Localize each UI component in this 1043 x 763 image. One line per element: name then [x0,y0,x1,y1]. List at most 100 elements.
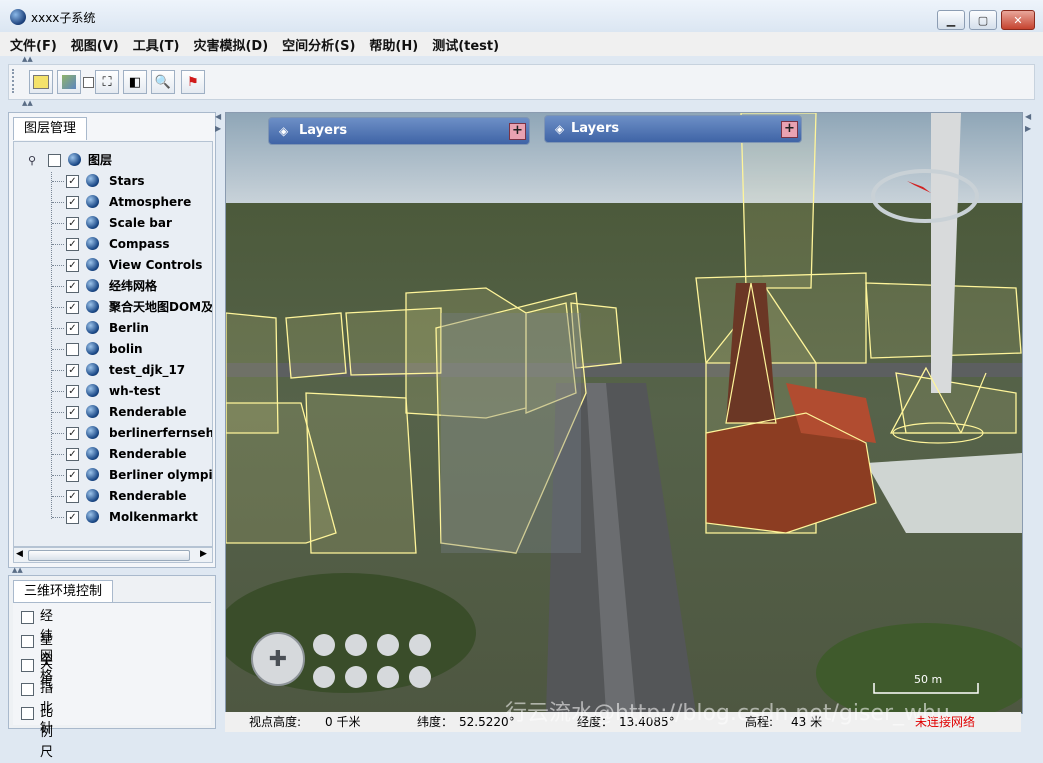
binoculars-icon[interactable]: ⛶ [95,70,119,94]
checkbox[interactable]: ✓ [66,490,79,503]
rotate-left-icon[interactable] [345,634,367,656]
globe-icon [86,258,99,271]
checkbox[interactable]: ✓ [66,364,79,377]
globe-3d-view[interactable]: ✚ 50 m ◈ Layers + ◈ Layers + [225,112,1023,714]
view-height-value: 0 千米 [325,715,361,729]
horizontal-scrollbar[interactable]: ◀ ▶ [13,547,213,563]
checkbox[interactable]: ✓ [66,385,79,398]
toolbar: ⛶ ◧ 🔍 ⚑ [8,64,1035,100]
layers-button-2[interactable]: ◈ Layers + [544,115,802,143]
tree-connector [51,172,53,519]
tree-branch [52,181,64,182]
checkbox[interactable]: ✓ [66,217,79,230]
split-grip[interactable]: ▲▲ [12,567,24,574]
tilt-down-icon[interactable] [377,666,399,688]
checkbox[interactable]: ✓ [66,301,79,314]
scroll-right-icon[interactable]: ▶ [200,549,207,559]
map-icon[interactable] [57,70,81,94]
tree-branch [52,496,64,497]
compass[interactable] [871,169,979,223]
layers-button-1[interactable]: ◈ Layers + [268,117,530,145]
checkbox[interactable]: ✓ [66,322,79,335]
globe-icon [86,510,99,523]
checkbox[interactable] [21,707,34,720]
right-collapse-icon[interactable]: ◀ [1025,112,1031,121]
checkbox[interactable]: ✓ [66,238,79,251]
checkbox[interactable]: ✓ [66,175,79,188]
checkbox[interactable] [48,154,61,167]
zoom-out-icon[interactable] [313,666,335,688]
window-title: xxxx子系统 [31,11,96,25]
select-icon[interactable] [29,70,53,94]
globe-icon [86,489,99,502]
menu-test[interactable]: 测试(test) [432,35,499,54]
globe-icon [86,300,99,313]
tree-branch [52,328,64,329]
exaggeration-up-icon[interactable] [409,634,431,656]
environment-panel: 三维环境控制 经纬网格 星空 大气 指北针 比例尺 [8,575,216,760]
right-expand-icon[interactable]: ▶ [1025,124,1031,133]
zoom-in-icon[interactable] [313,634,335,656]
toolbar-grip[interactable] [12,69,20,93]
checkbox[interactable]: ✓ [66,196,79,209]
layers-expand-icon[interactable]: + [509,123,526,140]
zoom-icon[interactable]: 🔍 [151,70,175,94]
scroll-left-icon[interactable]: ◀ [16,549,23,559]
checkbox[interactable] [21,683,34,696]
title-bar: xxxx子系统 ▁ ▢ ✕ [0,0,1043,33]
checkbox[interactable]: ✓ [66,259,79,272]
globe-icon [86,447,99,460]
minimize-button[interactable]: ▁ [937,10,965,30]
rotate-right-icon[interactable] [345,666,367,688]
checkbox[interactable] [66,343,79,356]
toolbar-bottom-grip[interactable]: ▲▲ [22,100,34,107]
layer-tree: ⚲ 图层 ✓ Stars ✓ Atmosphere ✓ Scale bar ✓ Compass ✓ V… [13,141,213,547]
tree-branch [52,412,64,413]
office-block [441,313,581,553]
checkbox[interactable] [21,635,34,648]
checkbox[interactable]: ✓ [66,469,79,482]
checkbox[interactable] [21,611,34,624]
tree-toggle-icon[interactable]: ⚲ [28,150,36,171]
exaggeration-down-icon[interactable] [409,666,431,688]
latitude-label: 纬度： [417,715,454,729]
globe-icon [86,342,99,355]
tilt-up-icon[interactable] [377,634,399,656]
layers-expand-icon[interactable]: + [781,121,798,138]
checkbox-icon[interactable] [83,77,94,88]
flag-icon[interactable]: ⚑ [181,70,205,94]
tree-branch [52,517,64,518]
tree-branch [52,286,64,287]
globe-icon [86,195,99,208]
checkbox[interactable]: ✓ [66,448,79,461]
panel-collapse-icon[interactable]: ◀ [215,112,221,121]
menu-help[interactable]: 帮助(H) [369,35,418,54]
panel-expand-icon[interactable]: ▶ [215,124,221,133]
tree-branch [52,370,64,371]
checkbox[interactable]: ✓ [66,427,79,440]
checkbox[interactable]: ✓ [66,406,79,419]
compass-needle-icon [907,181,931,193]
layers-icon: ◈ [279,124,289,138]
tab-3d-environment[interactable]: 三维环境控制 [13,580,114,603]
export-icon[interactable]: ◧ [123,70,147,94]
close-button[interactable]: ✕ [1001,10,1035,30]
menu-file[interactable]: 文件(F) [10,35,57,54]
menu-spatial-analysis[interactable]: 空间分析(S) [282,35,355,54]
globe-icon [86,363,99,376]
checkbox[interactable] [21,659,34,672]
checkbox[interactable]: ✓ [66,511,79,524]
scroll-thumb[interactable] [28,550,190,561]
globe-icon [86,426,99,439]
tree-branch [52,244,64,245]
app-globe-icon [10,9,26,25]
checkbox[interactable]: ✓ [66,280,79,293]
maximize-button[interactable]: ▢ [969,10,997,30]
tab-layer-manager[interactable]: 图层管理 [13,117,88,140]
menu-view[interactable]: 视图(V) [71,35,119,54]
menu-disaster-sim[interactable]: 灾害模拟(D) [193,35,268,54]
tree-branch [52,454,64,455]
menubar-grip[interactable]: ▲▲ [22,56,34,63]
menu-tools[interactable]: 工具(T) [133,35,180,54]
watermark: 行云流水@http://blog.csdn.net/giser_whu [505,701,950,726]
